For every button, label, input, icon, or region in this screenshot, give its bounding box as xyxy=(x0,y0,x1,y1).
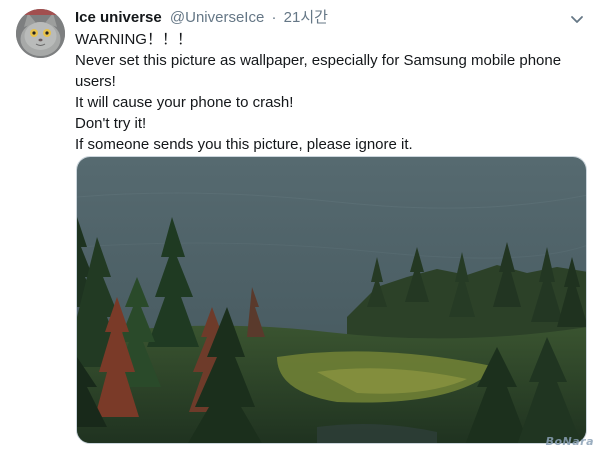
header-separator: · xyxy=(271,9,277,26)
tweet-line: If someone sends you this picture, pleas… xyxy=(75,136,413,153)
author-name[interactable]: Ice universe xyxy=(75,9,162,26)
tweet-text: WARNING！！！ Never set this picture as wal… xyxy=(75,29,590,155)
tweet-header: Ice universe @UniverseIce · 21시간 xyxy=(75,8,328,28)
chevron-down-icon[interactable] xyxy=(568,10,586,28)
tweet-card: Ice universe @UniverseIce · 21시간 WARNING… xyxy=(0,0,600,450)
tweet-line: It will cause your phone to crash! xyxy=(75,94,294,111)
tweet-media-image[interactable] xyxy=(76,156,587,444)
site-watermark: BoNara xyxy=(545,435,594,448)
cat-avatar-icon xyxy=(16,9,65,58)
tweet-timestamp[interactable]: 21시간 xyxy=(284,9,328,26)
author-handle[interactable]: @UniverseIce xyxy=(170,9,264,26)
tweet-line: Never set this picture as wallpaper, esp… xyxy=(75,52,562,90)
tweet-line: WARNING！！！ xyxy=(75,31,192,48)
author-avatar[interactable] xyxy=(16,9,65,58)
tweet-line: Don't try it! xyxy=(75,115,147,132)
lake-forest-photo xyxy=(77,157,586,443)
